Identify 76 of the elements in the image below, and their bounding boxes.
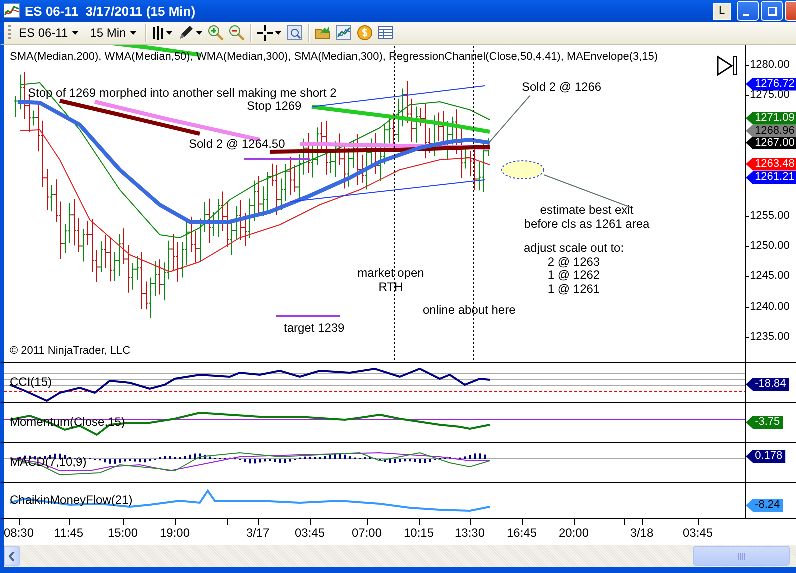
time-axis-label: 19:00 xyxy=(160,526,190,540)
price-badge: 1267.00 xyxy=(746,136,796,150)
chart-annotation: market open RTH xyxy=(358,267,424,294)
price-axis-label: 1250.00 xyxy=(750,240,790,252)
price-badge: 0.178 xyxy=(746,450,786,463)
time-axis-label: 15:00 xyxy=(108,526,138,540)
page-magnifier-icon[interactable] xyxy=(287,25,304,41)
price-axis-label: 1245.00 xyxy=(750,270,790,282)
leader-line xyxy=(490,96,530,142)
caret-icon xyxy=(196,31,204,35)
time-axis-label: 20:00 xyxy=(558,526,590,540)
time-axis-label: 10:15 xyxy=(404,526,434,540)
price-axis-label: 1255.00 xyxy=(750,210,790,222)
interval-dropdown[interactable]: 15 Min xyxy=(87,23,140,43)
copyright-text: © 2011 NinjaTrader, LLC xyxy=(10,345,131,357)
chart-annotation: adjust scale out to: 2 @ 1263 1 @ 1262 1 @ 1261 xyxy=(524,242,624,296)
price-badge: 1261.21 xyxy=(746,171,796,184)
price-badge: 1263.48 xyxy=(746,158,796,171)
time-axis-label: 03:45 xyxy=(294,526,326,540)
minimize-button[interactable] xyxy=(737,1,759,21)
caret-icon xyxy=(275,31,282,35)
price-badge: 1268.96 xyxy=(746,124,796,138)
chart-annotation: online about here xyxy=(423,304,516,318)
time-axis-label: 3/18 xyxy=(630,526,654,540)
time-axis-label: 16:45 xyxy=(506,526,538,540)
close-button[interactable] xyxy=(785,1,796,21)
minimize-icon xyxy=(743,14,749,16)
caret-icon xyxy=(72,31,80,35)
lock-button[interactable]: L xyxy=(713,2,731,20)
level-line xyxy=(276,315,340,317)
skip-end-icon[interactable] xyxy=(717,56,738,76)
time-axis-label: 13:30 xyxy=(454,526,486,540)
scrollbar-thumb[interactable] xyxy=(693,546,790,566)
price-badge: -3.75 xyxy=(746,416,784,429)
level-line xyxy=(244,158,310,160)
chart-annotation: estimate best exit before cls as 1261 area xyxy=(524,204,650,231)
instrument-dropdown[interactable]: ES 06-11 xyxy=(16,23,82,43)
price-badge: 1271.09 xyxy=(746,112,796,125)
indicator-legend: SMA(Median,200), WMA(Median,50), WMA(Median,300), SMA(Median,300), RegressionChannel(Close,50,4.41), MAEnvelope(3,15) xyxy=(10,51,658,63)
price-axis-label: 1240.00 xyxy=(750,300,790,313)
time-axis-label: 07:00 xyxy=(352,526,382,540)
time-axis-label: 08:30 xyxy=(4,526,34,540)
folder-arrow-icon[interactable] xyxy=(315,25,332,41)
window-title: ES 06-11 3/17/2011 (15 Min) xyxy=(25,4,196,18)
zoom-out-icon[interactable] xyxy=(229,25,246,41)
price-badge: 1276.72 xyxy=(746,78,796,91)
caret-icon xyxy=(166,31,174,35)
crosshair-icon[interactable] xyxy=(257,25,274,41)
coin-icon[interactable] xyxy=(357,25,374,41)
time-axis-label: 3/17 xyxy=(246,526,270,540)
price-badge: -18.84 xyxy=(746,378,790,391)
price-badge: -8.24 xyxy=(746,499,784,512)
chart-annotation: Sold 2 @ 1266 xyxy=(522,81,602,94)
price-axis-label: 1275.00 xyxy=(750,89,790,102)
chevron-left-icon xyxy=(9,552,15,560)
time-axis-label: 11:45 xyxy=(54,526,84,540)
scroll-left-button[interactable] xyxy=(4,546,20,566)
caret-icon xyxy=(130,31,138,35)
maximize-button[interactable] xyxy=(761,1,783,21)
grip-icon xyxy=(738,552,745,560)
price-axis-label: 1235.00 xyxy=(750,330,790,343)
maximize-icon xyxy=(768,6,776,16)
chart-annotation: target 1239 xyxy=(284,322,345,336)
zoom-in-icon[interactable] xyxy=(208,25,224,41)
line-chart-icon[interactable] xyxy=(336,25,352,41)
chart-annotation: Sold 2 @ 1264.50 xyxy=(189,138,286,152)
pencil-icon[interactable] xyxy=(178,25,194,41)
table-icon[interactable] xyxy=(378,25,394,41)
bar-chart-icon[interactable] xyxy=(152,25,164,41)
exit-area-ellipse xyxy=(502,160,544,180)
toolbar-grip[interactable] xyxy=(8,25,11,41)
chart-annotation: Stop 1269 xyxy=(247,100,302,114)
time-axis-label: 03:45 xyxy=(682,526,714,540)
indicator-label: CCI(15) xyxy=(10,375,52,389)
chart-icon xyxy=(4,3,20,19)
price-axis-label: 1280.00 xyxy=(750,59,790,71)
